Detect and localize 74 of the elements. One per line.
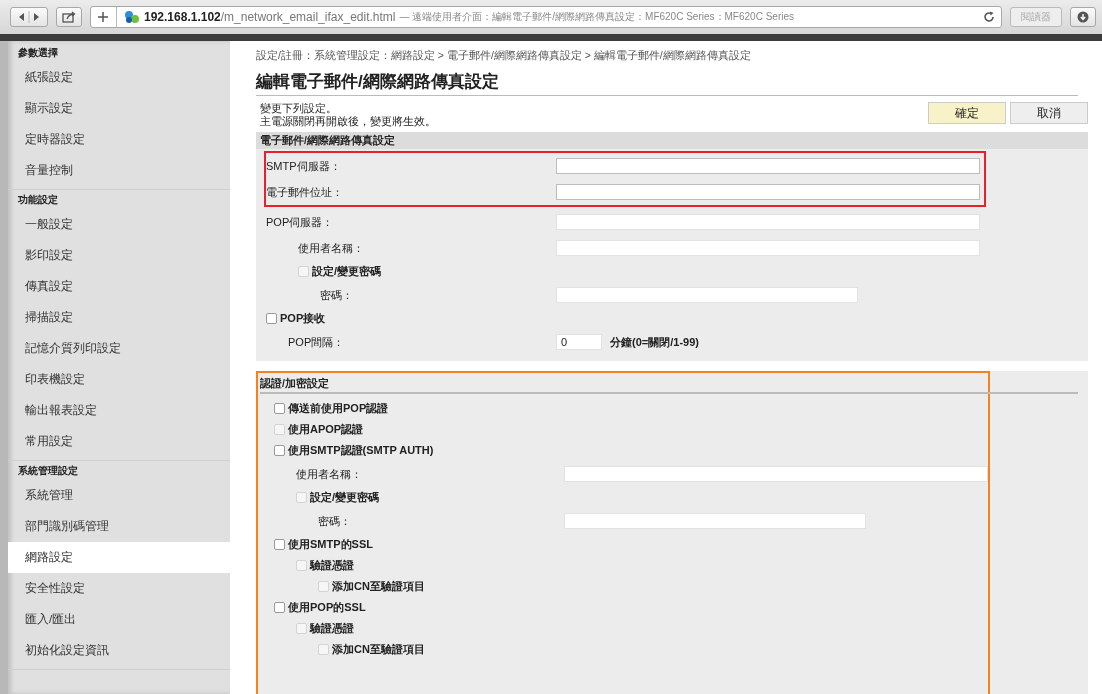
sidebar-item[interactable]: 影印設定 (8, 240, 230, 271)
sidebar-item[interactable]: 部門識別碼管理 (8, 511, 230, 542)
field-label: 電子郵件位址： (266, 185, 343, 198)
sidebar-item[interactable]: 傳真設定 (8, 271, 230, 302)
url-host: 192.168.1.102 (144, 10, 221, 24)
checkbox-label: 使用SMTP的SSL (288, 537, 373, 552)
download-icon (1077, 11, 1089, 23)
sidebar-item[interactable]: 定時器設定 (8, 124, 230, 155)
checkbox-label: 添加CN至驗證項目 (332, 579, 425, 594)
text-field[interactable] (564, 466, 988, 482)
page-heading: 編輯電子郵件/網際網路傳真設定 (256, 63, 1078, 96)
sidebar-item[interactable]: 記憶介質列印設定 (8, 333, 230, 364)
share-icon (62, 11, 76, 23)
ok-button[interactable]: 確定 (928, 102, 1006, 124)
checkbox[interactable] (266, 313, 277, 324)
text-field[interactable] (556, 158, 980, 174)
sidebar-item[interactable]: 網路設定 (8, 542, 230, 573)
checkbox-label: 驗證憑證 (310, 621, 354, 636)
plus-icon[interactable] (97, 11, 109, 23)
section-heading: 認證/加密設定 (260, 375, 1078, 394)
checkbox-label: 添加CN至驗證項目 (332, 642, 425, 657)
sidebar-item[interactable]: 掃描設定 (8, 302, 230, 333)
text-field[interactable] (556, 184, 980, 200)
checkbox[interactable] (274, 403, 285, 414)
field-label: 密碼： (320, 288, 353, 301)
checkbox-label: POP接收 (280, 311, 326, 326)
field-label: POP間隔： (288, 335, 345, 348)
checkbox-label: 使用APOP認證 (288, 422, 364, 437)
cancel-button[interactable]: 取消 (1010, 102, 1088, 124)
checkbox[interactable] (274, 602, 285, 613)
share-button[interactable] (56, 7, 82, 27)
sidebar-item[interactable]: 安全性設定 (8, 573, 230, 604)
checkbox-label: 使用SMTP認證(SMTP AUTH) (288, 443, 434, 458)
checkbox[interactable] (274, 445, 285, 456)
sidebar-item[interactable]: 紙張設定 (8, 62, 230, 93)
checkbox-label: 使用POP的SSL (288, 600, 366, 615)
favicon-icon (124, 10, 140, 24)
text-field[interactable] (556, 240, 980, 256)
checkbox-label: 驗證憑證 (310, 558, 354, 573)
sidebar-item[interactable]: 印表機設定 (8, 364, 230, 395)
text-field[interactable] (556, 214, 980, 230)
field-label: SMTP伺服器： (266, 159, 341, 172)
field-label: 使用者名稱： (298, 241, 364, 254)
sidebar-heading: 系統管理設定 (17, 464, 79, 478)
sidebar-item[interactable]: 常用設定 (8, 426, 230, 457)
password-field[interactable] (564, 513, 866, 529)
field-label: POP伺服器： (266, 215, 334, 228)
sidebar-item[interactable]: 音量控制 (8, 155, 230, 186)
checkbox[interactable] (274, 539, 285, 550)
sidebar-item[interactable]: 匯入/匯出 (8, 604, 230, 635)
unit-label: 分鐘(0=關閉/1-99) (610, 334, 699, 350)
number-field[interactable]: 0 (556, 334, 602, 350)
downloads-button[interactable] (1070, 7, 1096, 27)
breadcrumb: 設定/註冊：系統管理設定：網路設定 > 電子郵件/網際網路傳真設定 > 編輯電子郵件/網際網路傳真設定 (256, 49, 752, 63)
sidebar-heading: 功能設定 (17, 193, 59, 207)
description-text: 變更下列設定。 (260, 102, 338, 115)
address-bar[interactable]: 192.168.1.102/m_network_email_ifax_edit.html — 遠端使用者介面：編輯電子郵件/網際網路傳真設定：MF620C Series：MF620C Series (90, 6, 1002, 28)
field-label: 密碼： (318, 514, 351, 527)
reload-icon[interactable] (983, 11, 995, 23)
sidebar-heading: 參數選擇 (17, 46, 59, 60)
page-title: — 遠端使用者介面：編輯電子郵件/網際網路傳真設定：MF620C Series：MF620C Series (399, 10, 795, 24)
checkbox-label: 設定/變更密碼 (310, 490, 380, 505)
sidebar-item[interactable]: 顯示設定 (8, 93, 230, 124)
sidebar-item[interactable]: 一般設定 (8, 209, 230, 240)
field-label: 使用者名稱： (296, 467, 362, 480)
section-heading: 電子郵件/網際網路傳真設定 (256, 132, 1088, 149)
sidebar-item[interactable]: 輸出報表設定 (8, 395, 230, 426)
sidebar-item[interactable]: 系統管理 (8, 480, 230, 511)
password-field[interactable] (556, 287, 858, 303)
url-path: /m_network_email_ifax_edit.html (220, 10, 396, 24)
description-text: 主電源關閉再開啟後，變更將生效。 (260, 115, 436, 128)
checkbox-label: 設定/變更密碼 (312, 264, 382, 279)
checkbox-label: 傳送前使用POP認證 (288, 401, 389, 416)
sidebar-item[interactable]: 初始化設定資訊 (8, 635, 230, 666)
